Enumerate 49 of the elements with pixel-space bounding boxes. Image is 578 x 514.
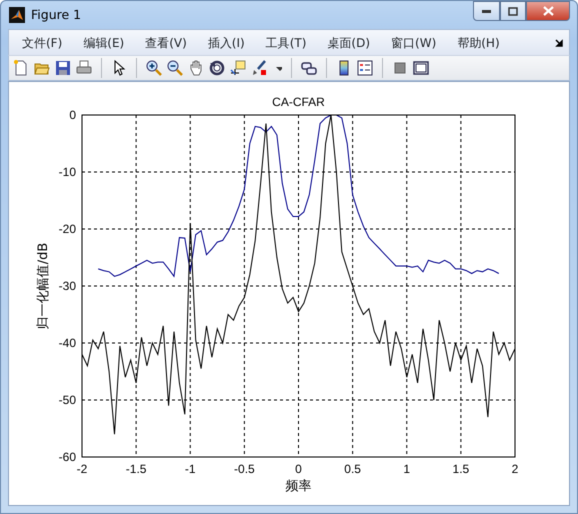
window-title: Figure 1 (31, 6, 82, 24)
tick-label: 0 (69, 108, 76, 122)
data-cursor-icon[interactable] (230, 60, 246, 76)
tick-label: -2 (76, 462, 88, 476)
tick-label: 0.5 (344, 462, 361, 476)
menu-item[interactable]: 窗口(W) (384, 34, 444, 52)
zoom-out-icon[interactable] (167, 60, 183, 76)
menu-item[interactable]: 桌面(D) (320, 34, 378, 52)
tick-label: -0.5 (234, 462, 255, 476)
tick-label: -20 (58, 222, 76, 236)
print-icon[interactable] (76, 60, 92, 76)
rotate-icon[interactable] (209, 60, 225, 76)
plot-tools-icon[interactable] (413, 60, 429, 76)
new-file-icon[interactable] (13, 60, 29, 76)
tick-label: 1.5 (452, 462, 470, 476)
zoom-in-icon[interactable] (146, 60, 162, 76)
tick-label: 0 (295, 462, 302, 476)
tick-label: -40 (58, 336, 76, 350)
dock-arrow-icon[interactable] (555, 38, 563, 46)
legend-icon[interactable] (357, 60, 373, 76)
chart-title: CA-CFAR (272, 95, 325, 109)
square-icon[interactable] (392, 60, 408, 76)
save-icon[interactable] (55, 60, 71, 76)
brush-icon[interactable] (251, 60, 267, 76)
tick-label: 2 (512, 462, 518, 476)
maximize-icon (508, 6, 518, 16)
menu-item[interactable]: 工具(T) (258, 34, 314, 52)
app-logo-icon (9, 7, 25, 23)
y-axis-label: 归一化幅值/dB (36, 242, 51, 330)
pan-hand-icon[interactable] (188, 60, 204, 76)
minimize-icon (482, 10, 491, 12)
tick-label: 1 (403, 462, 410, 476)
minimize-button[interactable] (473, 1, 500, 21)
maximize-button[interactable] (500, 1, 526, 21)
menu-item[interactable]: 帮助(H) (450, 34, 507, 52)
close-button[interactable] (526, 1, 570, 21)
tick-label: -60 (58, 450, 76, 464)
menu-item[interactable]: 查看(V) (138, 34, 194, 52)
tick-label: -50 (58, 393, 76, 407)
x-axis-label: 频率 (286, 479, 312, 494)
tick-label: -10 (58, 165, 76, 179)
tick-label: -30 (58, 279, 76, 293)
link-icon[interactable] (301, 60, 317, 76)
tick-label: -1.5 (126, 462, 146, 476)
menu-item[interactable]: 文件(F) (15, 34, 70, 52)
menu-item[interactable]: 编辑(E) (76, 34, 132, 52)
menu-item[interactable]: 插入(I) (200, 34, 252, 52)
close-icon (542, 6, 554, 16)
tick-label: -1 (184, 462, 196, 476)
